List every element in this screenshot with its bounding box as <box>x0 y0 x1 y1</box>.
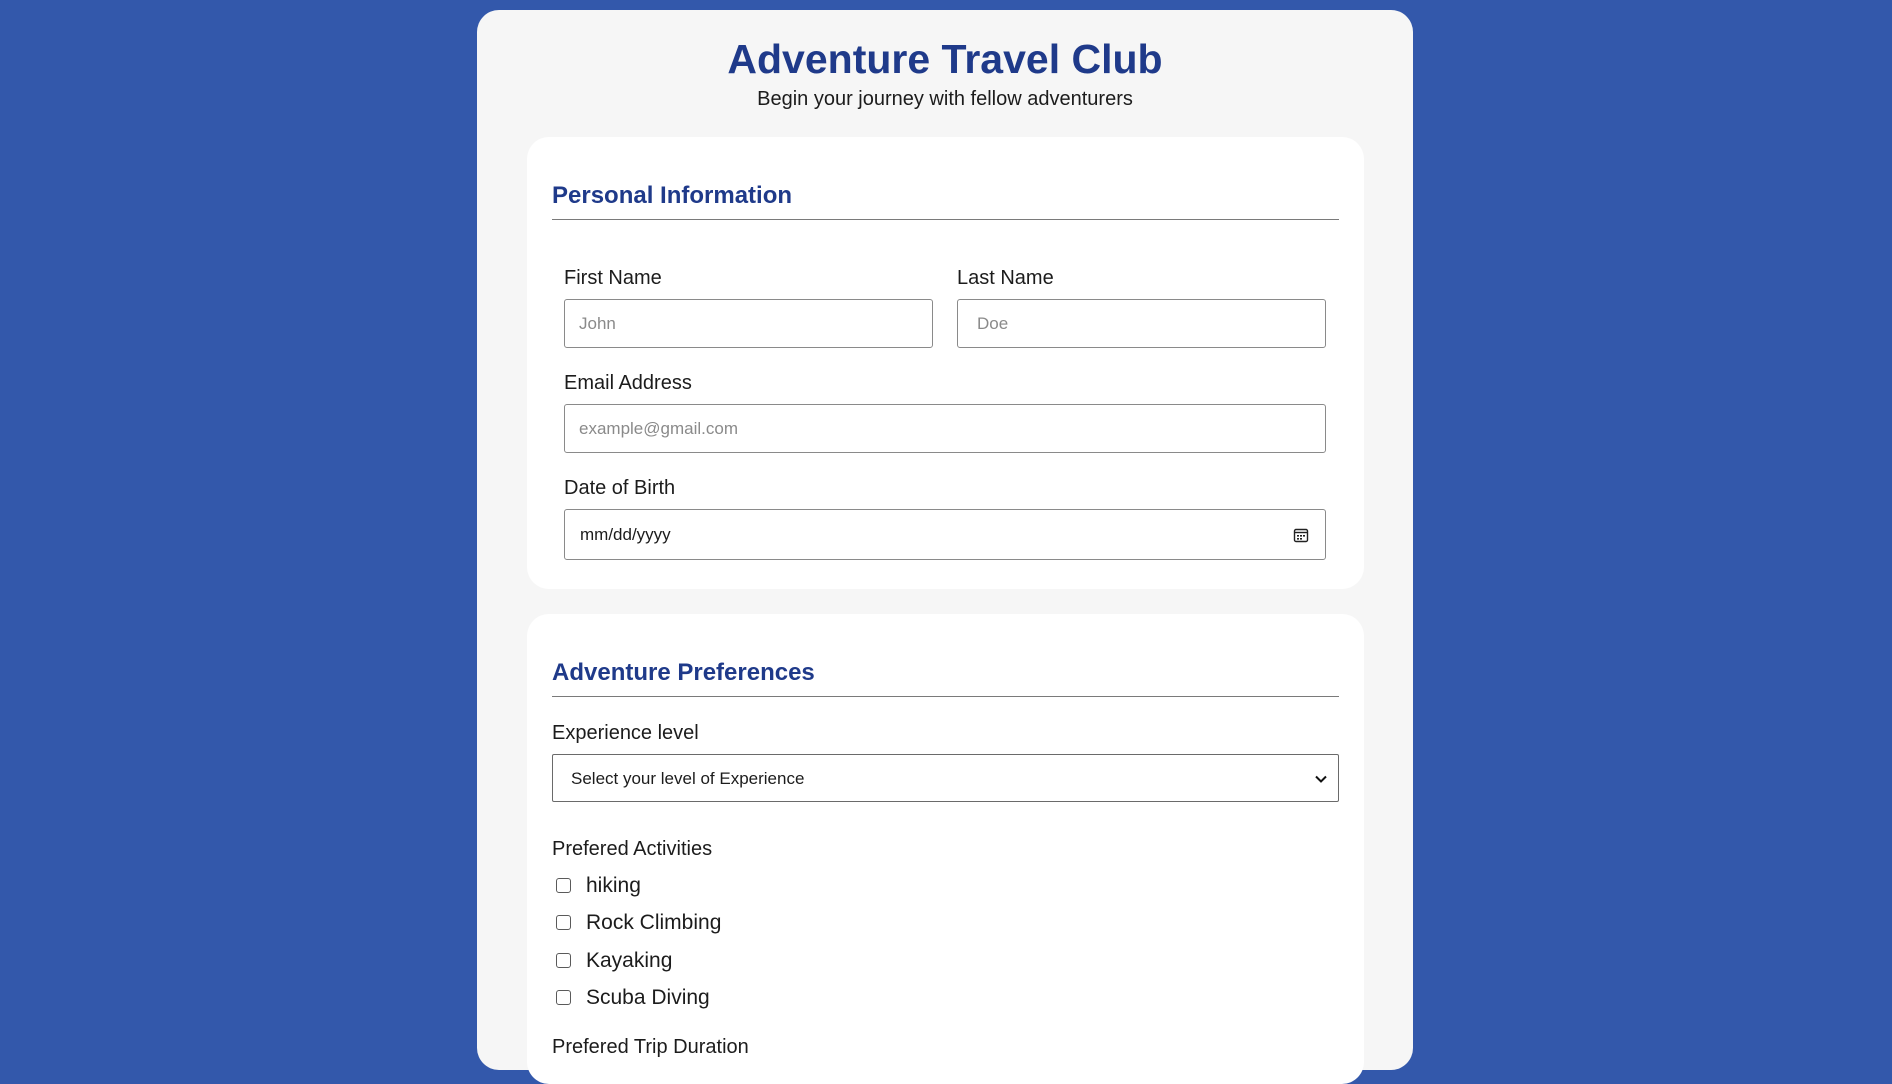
date-of-birth-value: mm/dd/yyyy <box>580 525 671 544</box>
adventure-preferences-heading: Adventure Preferences <box>552 659 1339 697</box>
last-name-input[interactable] <box>957 299 1326 348</box>
email-input[interactable] <box>564 404 1326 453</box>
personal-information-card: Personal Information First Name Last Nam… <box>527 137 1364 589</box>
page-title: Adventure Travel Club <box>727 36 1163 82</box>
personal-information-heading: Personal Information <box>552 182 1339 220</box>
activity-label: hiking <box>586 874 641 897</box>
page-subtitle: Begin your journey with fellow adventure… <box>757 88 1133 110</box>
registration-container: Adventure Travel Club Begin your journey… <box>477 10 1413 1084</box>
last-name-label: Last Name <box>957 267 1054 289</box>
email-label: Email Address <box>564 372 692 394</box>
activity-label: Rock Climbing <box>586 911 722 934</box>
preferred-activities-label: Prefered Activities <box>552 838 713 860</box>
chevron-down-icon <box>1315 775 1327 783</box>
activity-label: Kayaking <box>586 949 673 972</box>
experience-level-selected: Select your level of Experience <box>571 769 805 788</box>
experience-level-select[interactable]: Select your level of Experience <box>552 754 1339 802</box>
adventure-preferences-card: Adventure Preferences Experience level S… <box>527 614 1364 1084</box>
first-name-input[interactable] <box>564 299 933 348</box>
experience-level-label: Experience level <box>552 722 699 744</box>
date-of-birth-input[interactable]: mm/dd/yyyy <box>564 509 1326 560</box>
activity-label: Scuba Diving <box>586 986 710 1009</box>
first-name-label: First Name <box>564 267 662 289</box>
checkbox[interactable] <box>556 990 571 1005</box>
calendar-icon[interactable] <box>1293 527 1309 543</box>
checkbox[interactable] <box>556 915 571 930</box>
checkbox[interactable] <box>556 878 571 893</box>
date-of-birth-label: Date of Birth <box>564 477 676 499</box>
checkbox[interactable] <box>556 953 571 968</box>
